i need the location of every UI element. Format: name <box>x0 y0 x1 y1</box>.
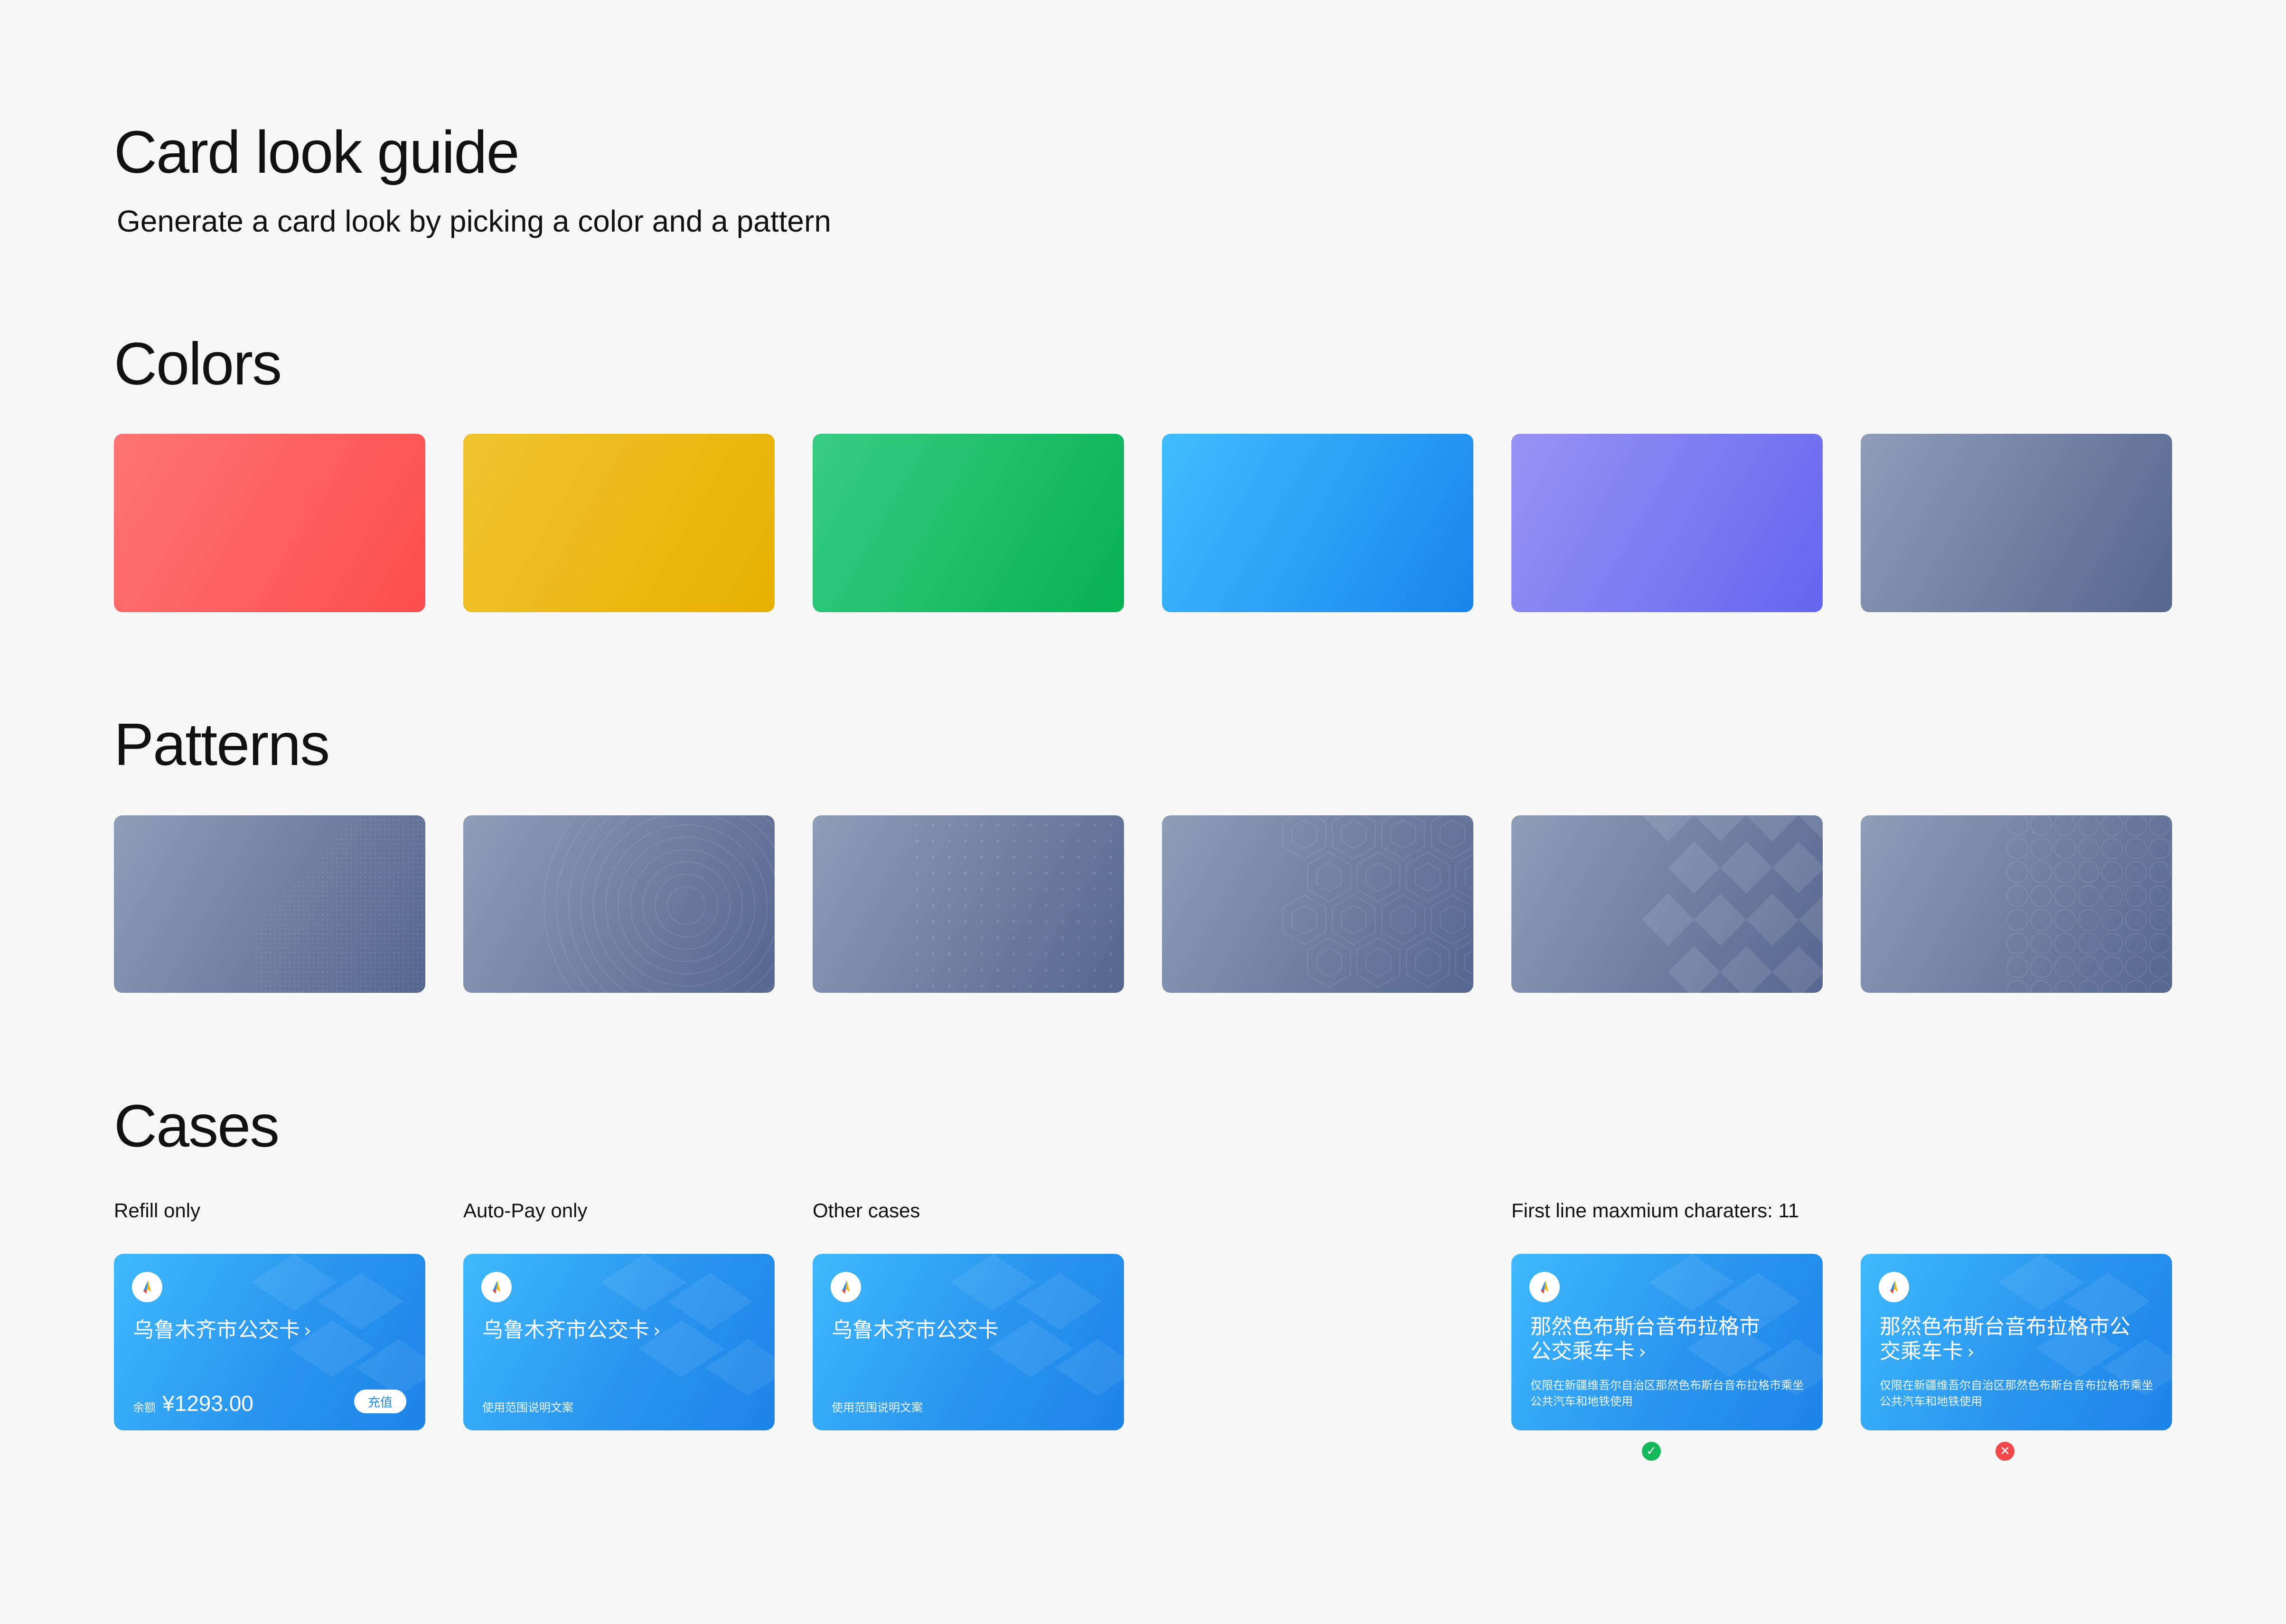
pattern-circles-overlay <box>2006 815 2171 993</box>
pattern-swatch-dots[interactable] <box>114 815 425 993</box>
balance-label: 余额 <box>133 1401 156 1414</box>
card-name-line-1: 那然色布斯台音布拉格市 <box>1530 1315 1760 1339</box>
pattern-swatch-circles[interactable] <box>1861 815 2172 993</box>
transit-card-refill[interactable]: 乌鲁木齐市公交卡 › 余额 ¥1293.00 充值 <box>114 1254 425 1430</box>
refill-button[interactable]: 充值 <box>354 1390 406 1413</box>
chevron-right-icon: › <box>653 1320 661 1342</box>
card-name-line-2: 交乘车卡 › <box>1880 1339 1975 1363</box>
page-title: Card look guide <box>114 119 520 186</box>
pattern-swatch-diamonds[interactable] <box>1511 815 1823 993</box>
pattern-swatch-hexagons[interactable] <box>1162 815 1473 993</box>
chevron-right-icon: › <box>1967 1341 1975 1363</box>
case-caption-other: Other cases <box>813 1199 920 1222</box>
card-name-line-1: 那然色布斯台音布拉格市公 <box>1880 1315 2130 1339</box>
patterns-heading: Patterns <box>114 711 330 778</box>
transit-logo-icon <box>831 1272 861 1302</box>
transit-card-autopay[interactable]: 乌鲁木齐市公交卡 › 使用范围说明文案 <box>463 1254 775 1430</box>
transit-card-other[interactable]: 乌鲁木齐市公交卡 使用范围说明文案 <box>813 1254 1124 1430</box>
card-name-line-2: 公交乘车卡 › <box>1530 1339 1646 1363</box>
color-swatch-purple[interactable] <box>1511 434 1823 612</box>
color-swatch-green[interactable] <box>813 434 1124 612</box>
card-name: 那然色布斯台音布拉格市公 交乘车卡 › <box>1880 1315 2155 1364</box>
pattern-swatch-dot-grid[interactable] <box>813 815 1124 993</box>
balance-value: ¥1293.00 <box>162 1391 253 1416</box>
cases-heading: Cases <box>114 1092 280 1159</box>
transit-card-max-chars-bad[interactable]: 那然色布斯台音布拉格市公 交乘车卡 › 仅限在新疆维吾尔自治区那然色布斯台音布拉格… <box>1861 1254 2172 1430</box>
transit-logo-icon <box>481 1272 512 1302</box>
color-swatch-slate[interactable] <box>1861 434 2172 612</box>
colors-heading: Colors <box>114 330 282 397</box>
pattern-dots-overlay <box>255 815 423 992</box>
page-subtitle: Generate a card look by picking a color … <box>117 204 831 238</box>
check-icon: ✓ <box>1642 1442 1661 1461</box>
color-swatch-yellow[interactable] <box>463 434 775 612</box>
color-swatch-blue[interactable] <box>1162 434 1473 612</box>
card-name: 乌鲁木齐市公交卡 › <box>133 1317 408 1344</box>
color-swatch-red[interactable] <box>114 434 425 612</box>
pattern-diamonds-overlay <box>1642 815 1823 993</box>
transit-logo-icon <box>132 1272 162 1302</box>
usage-description: 仅限在新疆维吾尔自治区那然色布斯台音布拉格市乘坐公共汽车和地铁使用 <box>1530 1379 1804 1408</box>
transit-card-max-chars-good[interactable]: 那然色布斯台音布拉格市 公交乘车卡 › 仅限在新疆维吾尔自治区那然色布斯台音布拉格… <box>1511 1254 1823 1430</box>
card-name: 那然色布斯台音布拉格市 公交乘车卡 › <box>1530 1315 1806 1364</box>
card-name: 乌鲁木齐市公交卡 › <box>482 1317 758 1344</box>
card-name: 乌鲁木齐市公交卡 <box>832 1318 999 1342</box>
chevron-right-icon: › <box>1639 1341 1646 1363</box>
case-caption-refill: Refill only <box>114 1199 201 1222</box>
chevron-right-icon: › <box>304 1320 311 1342</box>
usage-note: 使用范围说明文案 <box>482 1401 573 1414</box>
transit-logo-icon <box>1529 1272 1560 1302</box>
close-icon: ✕ <box>1996 1442 2014 1461</box>
transit-logo-icon <box>1879 1272 1909 1302</box>
pattern-waves-overlay <box>543 815 775 993</box>
usage-description: 仅限在新疆维吾尔自治区那然色布斯台音布拉格市乘坐公共汽车和地铁使用 <box>1880 1379 2153 1408</box>
case-caption-max-chars: First line maxmium charaters: 11 <box>1511 1199 1799 1222</box>
pattern-hexagons-overlay <box>1283 815 1473 988</box>
case-caption-autopay: Auto-Pay only <box>463 1199 588 1222</box>
usage-note: 使用范围说明文案 <box>832 1401 923 1414</box>
pattern-swatch-waves[interactable] <box>463 815 775 993</box>
pattern-dot-grid-overlay <box>915 823 1113 988</box>
